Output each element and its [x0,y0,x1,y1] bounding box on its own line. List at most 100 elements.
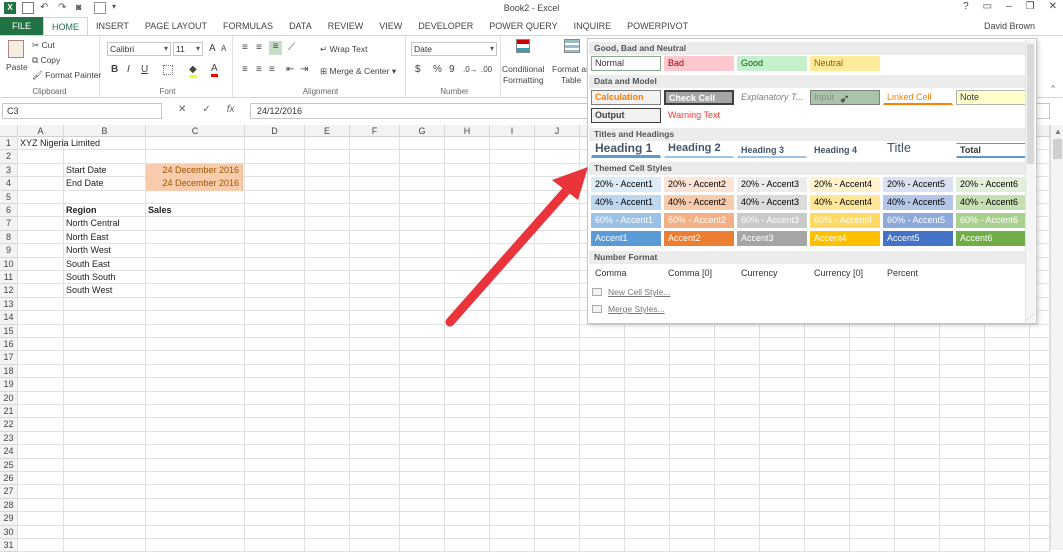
borders-icon[interactable] [163,65,173,75]
style-40-accent1[interactable]: 40% - Accent1 [591,195,661,210]
style-20-accent6[interactable]: 20% - Accent6 [956,177,1026,192]
style-neutral[interactable]: Neutral [810,56,880,71]
style-percent[interactable]: Percent [883,266,953,281]
font-size-select[interactable]: 11 [173,42,203,56]
copy-button[interactable]: ⧉ Copy [32,55,60,66]
underline-button[interactable]: U [141,64,148,75]
style-comma[interactable]: Comma [591,266,661,281]
style-linked-cell[interactable]: Linked Cell [883,90,953,105]
scroll-thumb[interactable] [1053,139,1062,159]
outdent-icon[interactable]: ⇥ [300,64,308,75]
tab-home[interactable]: HOME [43,17,89,35]
merge-center-button[interactable]: ⊞ Merge & Center ▾ [320,66,396,77]
vertical-scrollbar[interactable]: ▲ [1050,125,1063,550]
row-header-21[interactable]: 21 [0,405,18,419]
tab-power-query[interactable]: POWER QUERY [481,17,565,35]
style-20-accent4[interactable]: 20% - Accent4 [810,177,880,192]
style-40-accent5[interactable]: 40% - Accent5 [883,195,953,210]
region-cell[interactable]: North East [66,231,109,244]
row-header-4[interactable]: 4 [0,177,18,191]
column-header-g[interactable]: G [400,125,445,137]
enter-icon[interactable]: ✓ [202,104,210,115]
style-accent6[interactable]: Accent6 [956,231,1026,246]
cell-c3[interactable]: 24 December 2016 [146,163,243,178]
style-title[interactable]: Title [883,140,953,157]
select-all-corner[interactable] [0,125,18,137]
insert-function-icon[interactable]: fx [227,104,235,115]
tab-inquire[interactable]: INQUIRE [566,17,620,35]
region-cell[interactable]: North Central [66,217,120,230]
tab-view[interactable]: VIEW [371,17,410,35]
column-header-a[interactable]: A [18,125,64,137]
collapse-ribbon-icon[interactable]: ^ [1051,84,1055,93]
minimize-icon[interactable]: – [1006,1,1012,12]
row-header-12[interactable]: 12 [0,284,18,298]
region-cell[interactable]: North West [66,244,111,257]
style-accent4[interactable]: Accent4 [810,231,880,246]
italic-button[interactable]: I [127,64,130,75]
style-check-cell[interactable]: Check Cell [664,90,734,105]
style-calculation[interactable]: Calculation [591,90,661,105]
style-20-accent3[interactable]: 20% - Accent3 [737,177,807,192]
style-note[interactable]: Note [956,90,1026,105]
tab-developer[interactable]: DEVELOPER [410,17,481,35]
ribbon-display-icon[interactable]: ▭ [983,1,992,12]
column-header-f[interactable]: F [350,125,400,137]
style-heading-4[interactable]: Heading 4 [810,143,880,158]
cell-b4[interactable]: End Date [66,177,104,190]
row-header-8[interactable]: 8 [0,230,18,245]
currency-button[interactable]: $ [415,64,421,75]
row-header-26[interactable]: 26 [0,472,18,486]
row-header-11[interactable]: 11 [0,271,18,285]
row-header-18[interactable]: 18 [0,364,18,379]
region-cell[interactable]: South South [66,271,116,284]
name-box[interactable]: C3 [2,103,162,119]
row-header-3[interactable]: 3 [0,163,18,178]
style-60-accent5[interactable]: 60% - Accent5 [883,213,953,228]
row-header-30[interactable]: 30 [0,525,18,539]
cell-a1[interactable]: XYZ Nigeria Limited [20,137,100,150]
style-40-accent2[interactable]: 40% - Accent2 [664,195,734,210]
row-header-14[interactable]: 14 [0,311,18,325]
row-header-22[interactable]: 22 [0,418,18,432]
user-name[interactable]: David Brown [984,21,1035,31]
row-header-28[interactable]: 28 [0,498,18,513]
conditional-formatting-button[interactable]: Conditional Formatting [502,64,545,86]
help-icon[interactable]: ? [963,1,969,12]
cut-button[interactable]: ✂ Cut [32,40,55,51]
paste-icon[interactable] [8,40,24,58]
row-header-25[interactable]: 25 [0,458,18,472]
row-header-20[interactable]: 20 [0,391,18,405]
row-header-17[interactable]: 17 [0,351,18,365]
gallery-scrollbar[interactable] [1025,40,1035,322]
shrink-font-button[interactable]: A [221,44,226,53]
column-header-e[interactable]: E [305,125,350,137]
style-60-accent2[interactable]: 60% - Accent2 [664,213,734,228]
align-right-icon[interactable]: ≡ [269,64,275,75]
format-as-table-icon[interactable] [564,39,580,53]
align-center-icon[interactable]: ≡ [256,64,262,75]
font-name-select[interactable]: Calibri [107,42,171,56]
region-cell[interactable]: South West [66,284,112,297]
bold-button[interactable]: B [111,64,118,75]
row-header-1[interactable]: 1 [0,137,18,151]
grow-font-button[interactable]: A [209,43,216,54]
conditional-formatting-icon[interactable] [516,39,530,53]
row-header-27[interactable]: 27 [0,485,18,499]
paste-button[interactable]: Paste [6,62,28,72]
column-header-d[interactable]: D [245,125,305,137]
new-cell-style-button[interactable]: New Cell Style... [592,287,670,297]
style-bad[interactable]: Bad [664,56,734,71]
tab-review[interactable]: REVIEW [320,17,372,35]
style-good[interactable]: Good [737,56,807,71]
merge-styles-button[interactable]: Merge Styles... [592,304,665,314]
align-left-icon[interactable]: ≡ [242,64,248,75]
row-header-2[interactable]: 2 [0,150,18,164]
row-header-31[interactable]: 31 [0,539,18,552]
tab-data[interactable]: DATA [281,17,320,35]
row-header-5[interactable]: 5 [0,190,18,204]
row-header-13[interactable]: 13 [0,297,18,312]
font-color-icon[interactable]: A [211,63,218,77]
column-header-i[interactable]: I [490,125,535,137]
tab-powerpivot[interactable]: POWERPIVOT [619,17,696,35]
